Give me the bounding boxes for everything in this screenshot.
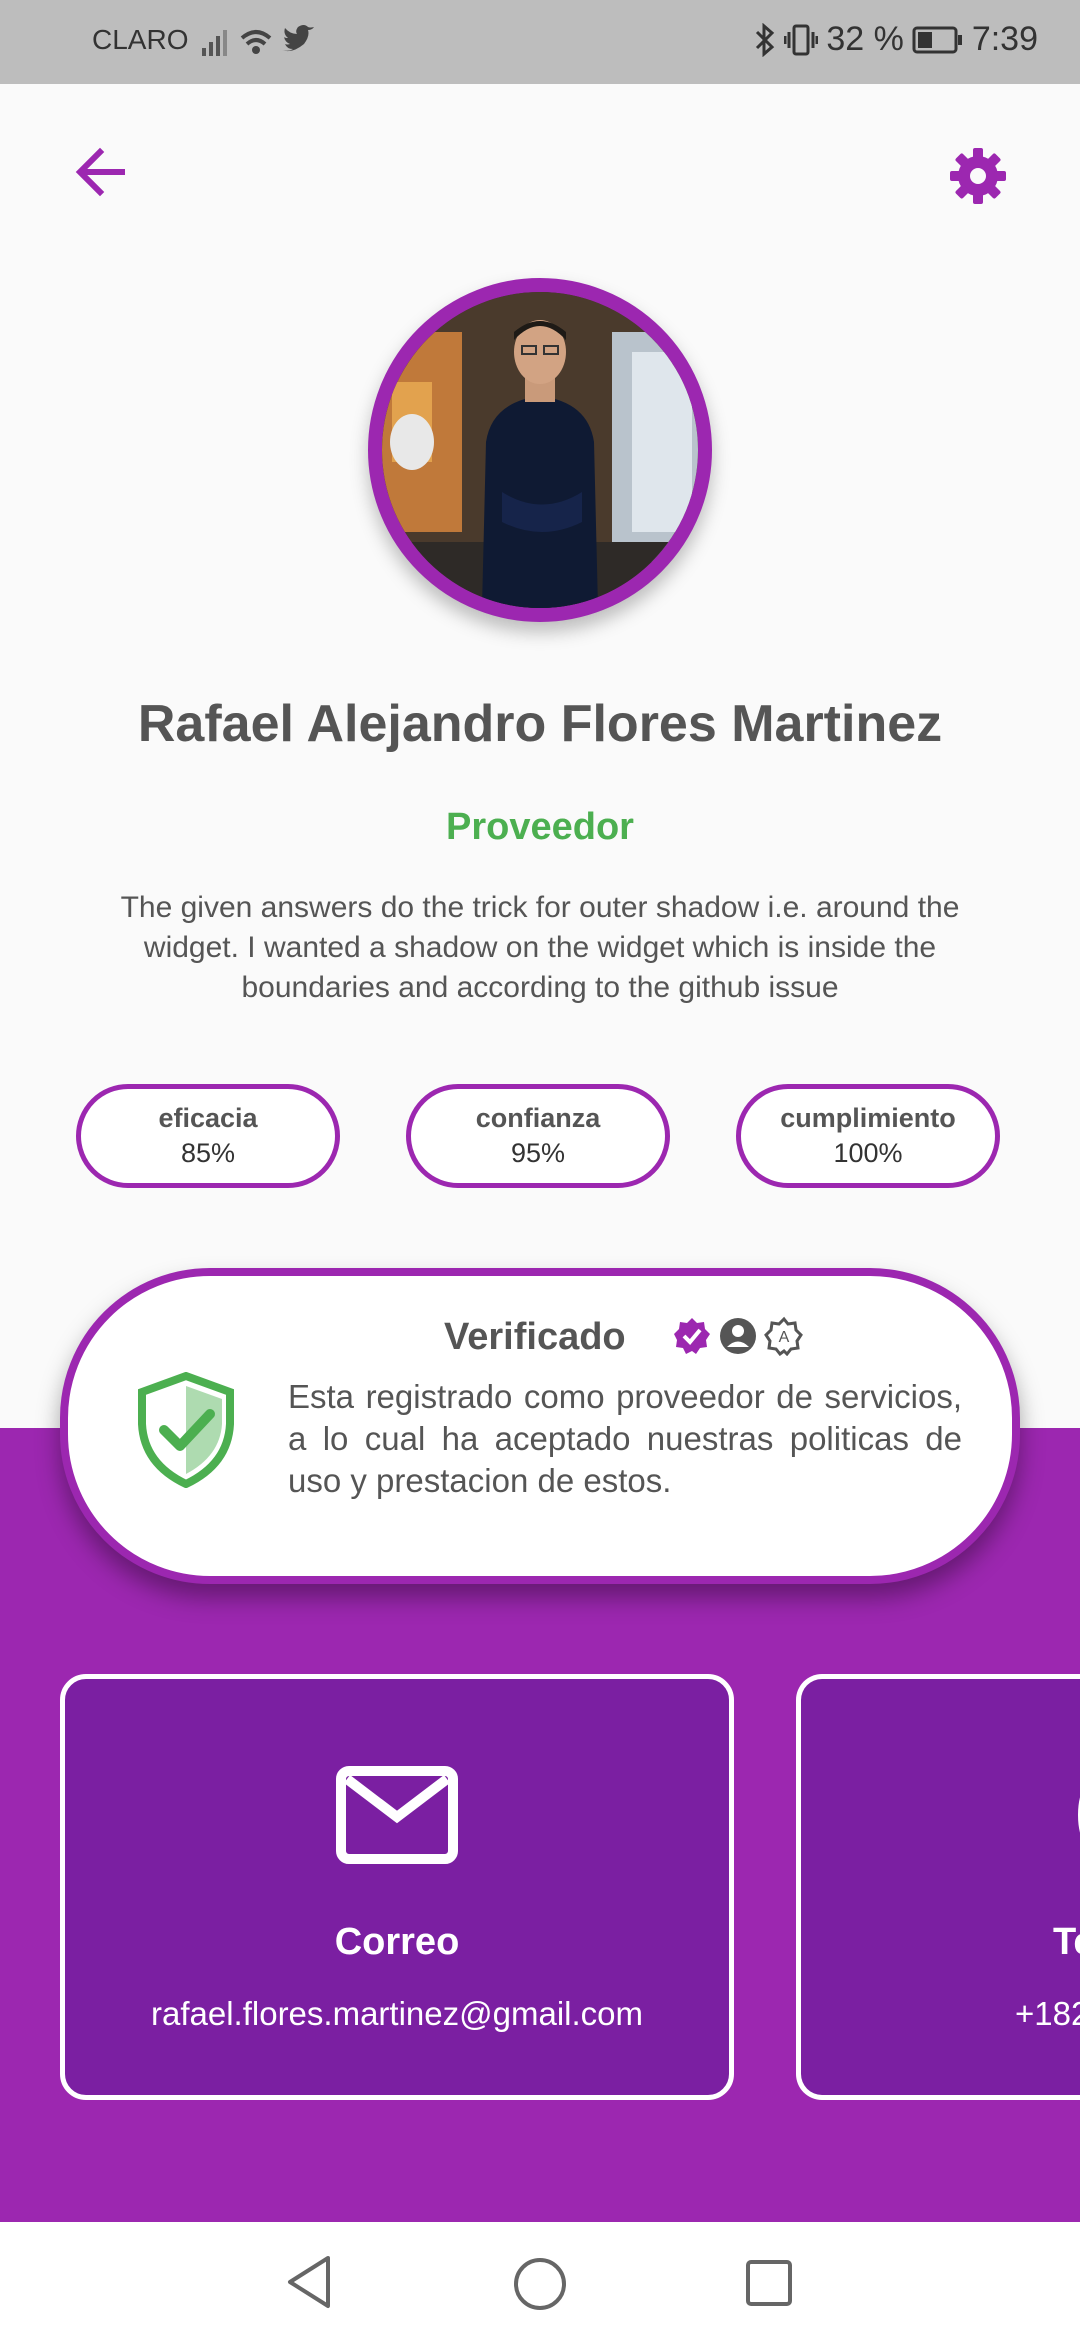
- circle-home-icon: [514, 2258, 566, 2310]
- carrier-label: CLARO: [92, 24, 189, 55]
- status-right: 32 % 7:39: [754, 20, 1038, 59]
- phone-icon: [1077, 1797, 1080, 1833]
- contact-value: rafael.flores.martinez@gmail.com: [151, 1995, 643, 2032]
- stat-label: eficacia: [158, 1103, 258, 1133]
- verification-title: Verificado: [444, 1316, 626, 1358]
- verification-text: Esta registrado como proveedor de servic…: [288, 1378, 962, 1499]
- battery-percent: 32 %: [826, 20, 904, 58]
- stat-value: 85%: [180, 1138, 236, 1168]
- stat-confianza: confianza 95%: [406, 1084, 670, 1188]
- bluetooth-icon: [756, 22, 775, 57]
- auto-badge-icon: A: [764, 1316, 803, 1356]
- stat-label: cumplimiento: [780, 1103, 956, 1133]
- account-circle-icon: [720, 1318, 756, 1354]
- battery-icon: [912, 26, 962, 53]
- signal-wifi-twitter-icons: [202, 25, 314, 56]
- contact-card-phone[interactable]: Te +182: [796, 1674, 1080, 2100]
- stat-label: confianza: [475, 1103, 601, 1133]
- vibrate-icon: [784, 24, 819, 55]
- clock: 7:39: [971, 20, 1038, 58]
- contact-value: +182: [1015, 1995, 1080, 2032]
- nav-home-button[interactable]: [512, 2256, 568, 2312]
- nav-recents-button[interactable]: [744, 2258, 794, 2308]
- shield-check-icon: [138, 1372, 234, 1488]
- avatar: [368, 278, 712, 622]
- stat-cumplimiento: cumplimiento 100%: [736, 1084, 1000, 1188]
- verification-badges: A: [672, 1316, 804, 1356]
- stat-value: 100%: [833, 1138, 903, 1168]
- verified-badge-icon: [674, 1318, 710, 1354]
- stat-eficacia: eficacia 85%: [76, 1084, 340, 1188]
- contact-title: Correo: [334, 1921, 460, 1963]
- stat-value: 95%: [510, 1138, 566, 1168]
- verification-card: Verificado A Esta registrado como provee…: [60, 1268, 1020, 1584]
- profile-photo: [382, 292, 698, 608]
- status-bar: CLARO 32 % 7:39: [0, 0, 1080, 84]
- profile-name: Rafael Alejandro Flores Martinez: [137, 695, 943, 753]
- svg-text:A: A: [779, 1329, 790, 1346]
- nav-back-button[interactable]: [284, 2254, 334, 2310]
- mail-icon: [336, 1766, 458, 1864]
- system-navigation-bar: [0, 2222, 1080, 2340]
- contact-card-email[interactable]: Correo rafael.flores.martinez@gmail.com: [60, 1674, 734, 2100]
- profile-role: Proveedor: [446, 806, 634, 848]
- contact-title: Te: [1053, 1921, 1080, 1963]
- square-recents-icon: [746, 2260, 792, 2306]
- settings-button[interactable]: [948, 146, 1008, 206]
- arrow-left-icon: [75, 147, 125, 197]
- back-button[interactable]: [70, 140, 134, 204]
- triangle-back-icon: [288, 2256, 330, 2308]
- profile-bio: The given answers do the trick for outer…: [120, 891, 960, 1004]
